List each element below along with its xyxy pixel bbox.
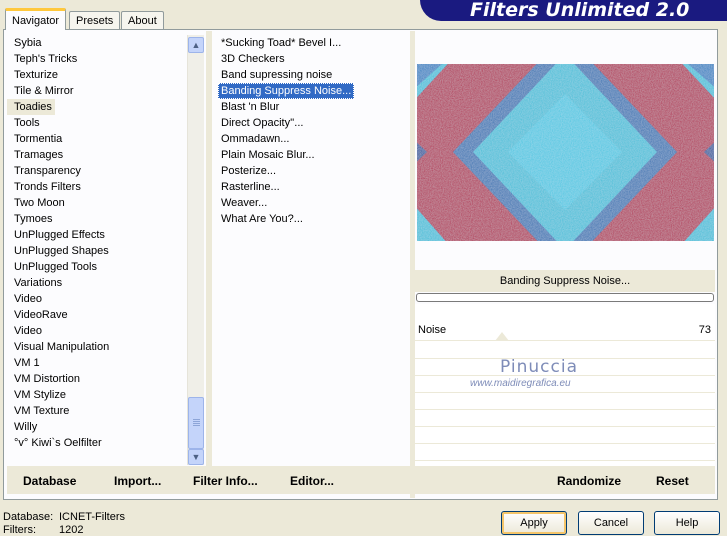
tab-presets[interactable]: Presets	[69, 11, 121, 29]
filter-item[interactable]: Rasterline...	[218, 179, 283, 195]
category-item[interactable]: Tramages	[7, 147, 185, 163]
database-value: ICNET-Filters	[59, 511, 125, 523]
database-label: Database:	[3, 511, 54, 523]
category-item[interactable]: UnPlugged Tools	[7, 259, 185, 275]
title-banner: Filters Unlimited 2.0	[420, 0, 727, 21]
filters-count-label: Filters:	[3, 524, 36, 536]
list-divider	[206, 31, 212, 468]
category-list[interactable]: Sybia Teph's Tricks Texturize Tile & Mir…	[7, 35, 185, 465]
import-button[interactable]: Import...	[114, 474, 161, 488]
category-item[interactable]: °v° Kiwi`s Oelfilter	[7, 435, 185, 451]
preview-pattern	[417, 64, 714, 241]
category-item[interactable]: Tools	[7, 115, 185, 131]
filter-item[interactable]: What Are You?...	[218, 211, 306, 227]
category-item[interactable]: Tronds Filters	[7, 179, 185, 195]
scroll-up-icon[interactable]: ▲	[188, 37, 204, 53]
category-item[interactable]: UnPlugged Shapes	[7, 243, 185, 259]
database-button[interactable]: Database	[23, 474, 76, 488]
tab-about[interactable]: About	[121, 11, 164, 29]
filter-info-button[interactable]: Filter Info...	[193, 474, 258, 488]
category-item[interactable]: Video	[7, 291, 185, 307]
category-item-selected[interactable]: Toadies	[7, 99, 55, 115]
category-item[interactable]: Sybia	[7, 35, 185, 51]
reset-button[interactable]: Reset	[656, 474, 689, 488]
randomize-button[interactable]: Randomize	[557, 474, 621, 488]
scroll-thumb[interactable]	[188, 397, 204, 449]
app-title: Filters Unlimited 2.0	[470, 0, 690, 21]
category-item[interactable]: Tymoes	[7, 211, 185, 227]
category-item[interactable]: Visual Manipulation	[7, 339, 185, 355]
category-item[interactable]: Two Moon	[7, 195, 185, 211]
category-item[interactable]: VideoRave	[7, 307, 185, 323]
left-button-bar: Database Import... Filter Info... Editor…	[7, 466, 410, 494]
slider-marker-icon[interactable]	[495, 332, 509, 341]
editor-button[interactable]: Editor...	[290, 474, 334, 488]
tab-navigator[interactable]: Navigator	[5, 8, 67, 30]
filters-count-value: 1202	[59, 524, 84, 536]
category-item[interactable]: UnPlugged Effects	[7, 227, 185, 243]
cancel-button[interactable]: Cancel	[578, 511, 644, 535]
watermark-name: Pinuccia	[500, 357, 578, 377]
preview-image	[417, 64, 714, 241]
category-item[interactable]: Texturize	[7, 67, 185, 83]
filter-item-selected[interactable]: Banding Suppress Noise...	[218, 83, 355, 99]
filter-item[interactable]: Plain Mosaic Blur...	[218, 147, 318, 163]
category-item[interactable]: VM 1	[7, 355, 185, 371]
apply-button[interactable]: Apply	[501, 511, 567, 535]
category-item[interactable]: Teph's Tricks	[7, 51, 185, 67]
filter-item[interactable]: 3D Checkers	[218, 51, 288, 67]
category-scrollbar[interactable]: ▲ ▼	[187, 35, 204, 465]
filter-item[interactable]: *Sucking Toad* Bevel I...	[218, 35, 344, 51]
right-button-bar: Randomize Reset	[415, 466, 715, 494]
filter-item[interactable]: Blast 'n Blur	[218, 99, 282, 115]
progress-bar	[416, 293, 714, 302]
filter-item[interactable]: Band supressing noise	[218, 67, 335, 83]
filter-item[interactable]: Posterize...	[218, 163, 279, 179]
noise-value[interactable]: 73	[699, 324, 711, 336]
scroll-down-icon[interactable]: ▼	[188, 449, 204, 465]
watermark-url: www.maidiregrafica.eu	[470, 378, 571, 389]
category-item[interactable]: Video	[7, 323, 185, 339]
category-item[interactable]: Tormentia	[7, 131, 185, 147]
filter-item[interactable]: Direct Opacity''...	[218, 115, 306, 131]
filter-item[interactable]: Ommadawn...	[218, 131, 292, 147]
category-item[interactable]: Willy	[7, 419, 185, 435]
category-item[interactable]: Transparency	[7, 163, 185, 179]
category-item[interactable]: VM Stylize	[7, 387, 185, 403]
filter-item[interactable]: Weaver...	[218, 195, 270, 211]
category-item[interactable]: Tile & Mirror	[7, 83, 185, 99]
filter-list[interactable]: *Sucking Toad* Bevel I... 3D Checkers Ba…	[218, 35, 406, 465]
selected-filter-name: Banding Suppress Noise...	[415, 270, 715, 292]
help-button[interactable]: Help	[654, 511, 720, 535]
category-item[interactable]: VM Distortion	[7, 371, 185, 387]
category-item[interactable]: Variations	[7, 275, 185, 291]
category-item[interactable]: VM Texture	[7, 403, 185, 419]
noise-label: Noise	[418, 324, 447, 336]
